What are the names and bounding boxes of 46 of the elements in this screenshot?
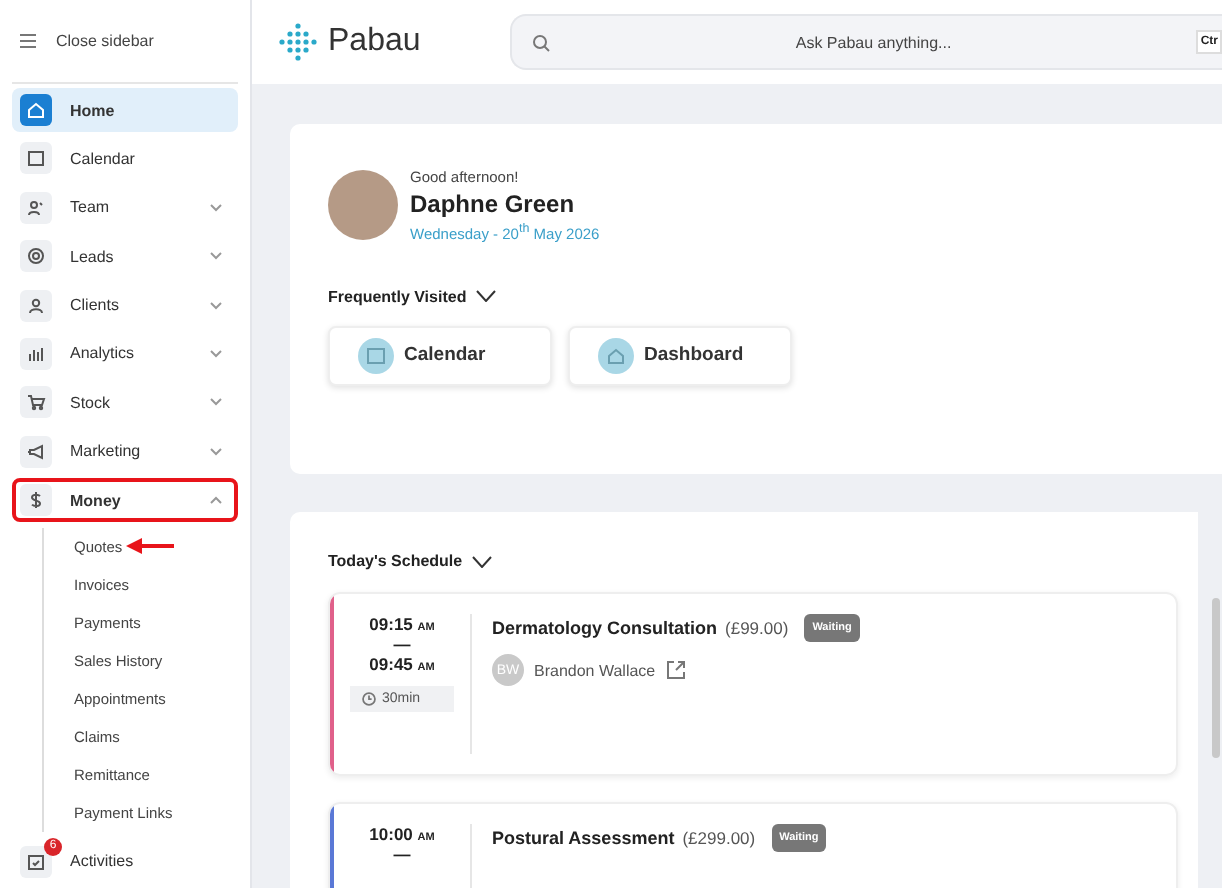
section-title: Frequently Visited xyxy=(328,287,467,305)
clock-icon xyxy=(362,692,376,706)
team-icon xyxy=(20,191,52,224)
shortcut-button[interactable]: Dashboard xyxy=(568,325,792,385)
sidebar-item[interactable]: Money xyxy=(12,478,238,523)
logo-icon xyxy=(278,22,318,62)
chart-icon xyxy=(20,337,52,370)
time-separator: — xyxy=(393,636,411,652)
appointment-title: Dermatology Consultation xyxy=(492,618,718,638)
sidebar-item[interactable]: Stock xyxy=(12,380,238,425)
client-name[interactable]: Brandon Wallace xyxy=(534,661,656,679)
logo-text: Pabau xyxy=(328,24,421,60)
calendar-icon xyxy=(358,337,394,373)
sidebar-item[interactable]: Clients xyxy=(12,283,238,328)
home-icon xyxy=(20,94,52,126)
sidebar-item[interactable]: Team xyxy=(12,185,238,230)
time-separator: — xyxy=(393,846,411,862)
shortcut-button[interactable]: Calendar xyxy=(328,325,552,385)
cart-icon xyxy=(20,386,52,419)
sidebar-item[interactable]: Marketing xyxy=(12,429,238,474)
section-title: Today's Schedule xyxy=(328,552,463,570)
target-icon xyxy=(20,240,52,273)
sidebar-item[interactable]: Calendar xyxy=(12,136,238,181)
sidebar-item[interactable]: Home xyxy=(12,88,238,132)
avatar-photo-placeholder xyxy=(328,170,398,241)
home-icon xyxy=(598,337,634,373)
external-link-icon[interactable] xyxy=(665,660,686,680)
search-icon xyxy=(532,33,551,51)
close-sidebar-link[interactable]: Close sidebar xyxy=(56,32,154,50)
price-text: (£299.00) xyxy=(682,828,756,848)
chevron-down-icon[interactable] xyxy=(476,290,497,302)
appointment-title: Postural Assessment xyxy=(492,828,675,848)
sidebar-item[interactable]: Leads xyxy=(12,234,238,279)
scrollbar[interactable] xyxy=(1212,598,1220,758)
arrow-annotation xyxy=(126,538,175,555)
menu-icon[interactable] xyxy=(20,34,36,48)
activities-icon xyxy=(20,845,52,878)
sidebar-item[interactable]: Analytics xyxy=(12,331,238,376)
user-name: Daphne Green xyxy=(410,190,577,218)
chevron-down-icon[interactable] xyxy=(472,555,493,567)
price-text: (£99.00) xyxy=(725,618,789,638)
calendar-icon xyxy=(20,142,52,175)
search-input[interactable]: Ask Pabau anything... xyxy=(562,31,1185,53)
dollar-icon xyxy=(20,484,52,517)
person-icon xyxy=(20,289,52,322)
megaphone-icon xyxy=(20,435,52,468)
